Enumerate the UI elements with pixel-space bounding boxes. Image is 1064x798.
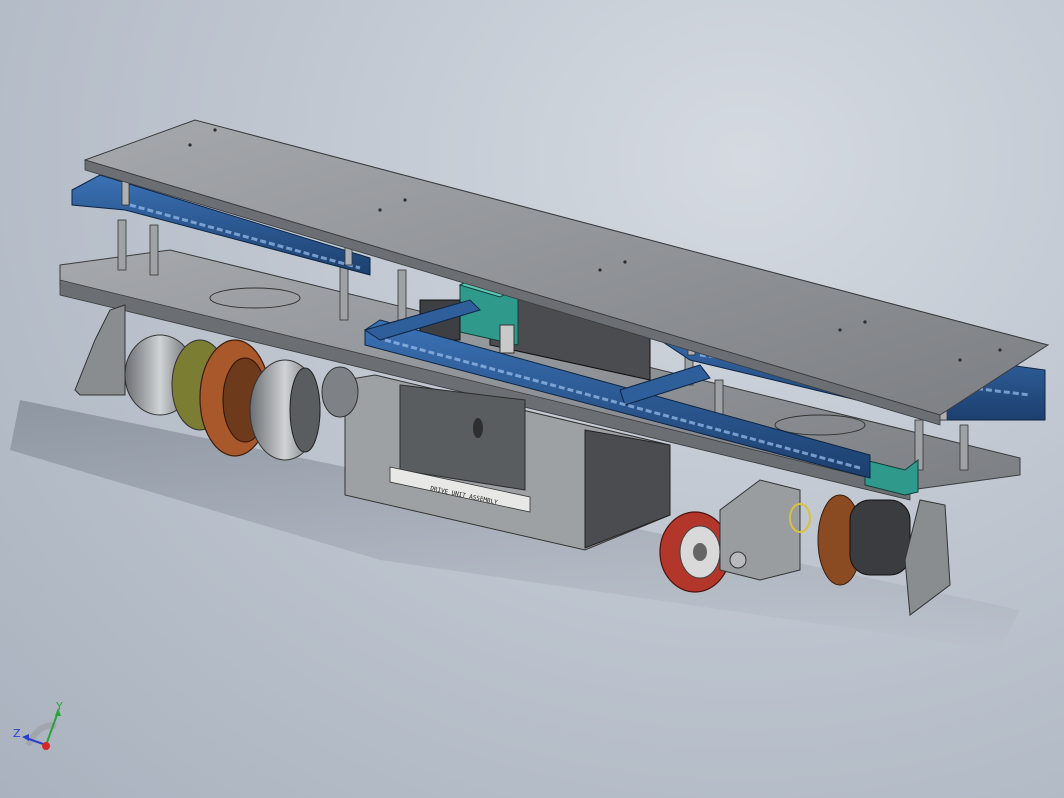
chassis-box-side — [584, 429, 671, 549]
view-orientation-triad[interactable]: Y Z — [13, 700, 63, 750]
left-motor-rear — [321, 366, 359, 418]
right-wheel-hub — [693, 543, 707, 561]
terminal-block — [499, 324, 515, 354]
chassis-slot — [473, 418, 483, 438]
triad-z-label: Z — [13, 727, 21, 740]
left-motor-endcap — [289, 367, 321, 453]
cad-viewport[interactable]: DRIVE UNIT ASSEMBLY Y Z — [0, 0, 1064, 798]
triad-y-label: Y — [55, 700, 63, 713]
triad-origin — [42, 742, 50, 750]
right-motor — [849, 499, 911, 576]
left-bracket — [74, 304, 126, 396]
triad-z-arrow — [22, 734, 29, 741]
fork-bolt — [729, 551, 747, 569]
